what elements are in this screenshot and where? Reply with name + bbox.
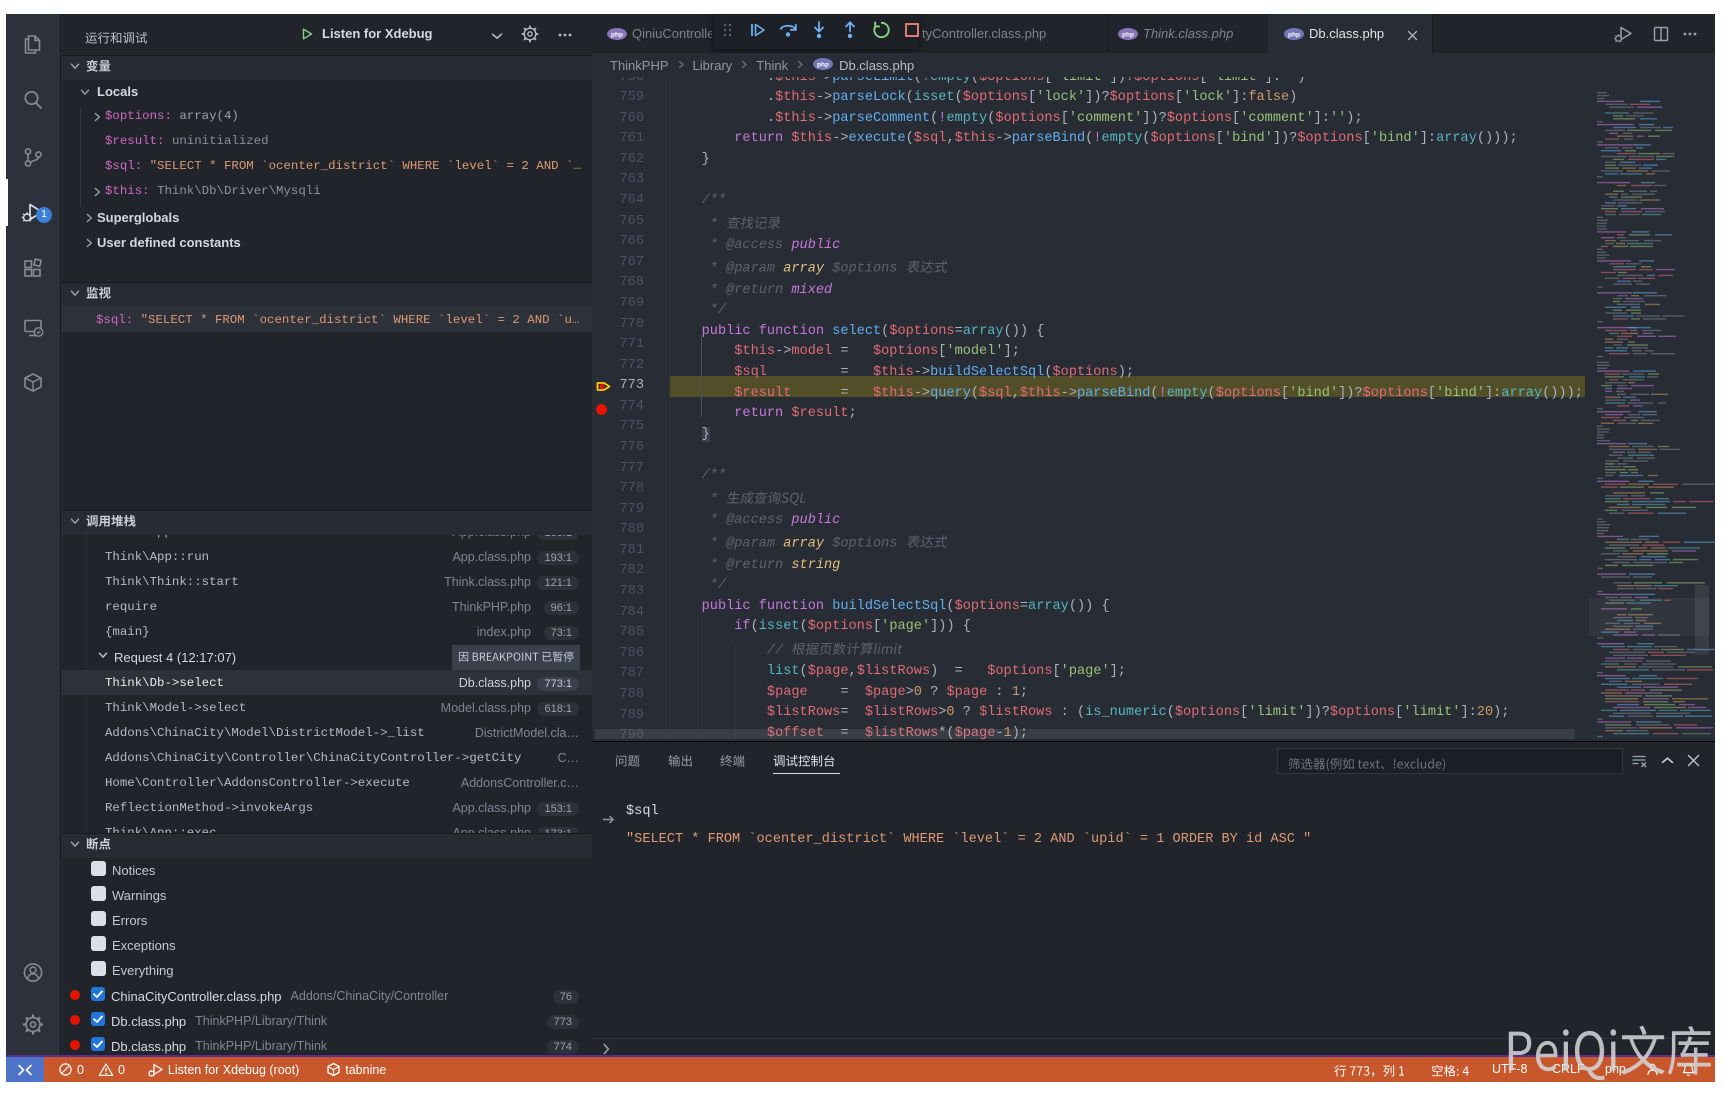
svg-text:php: php <box>817 61 829 68</box>
svg-text:php: php <box>611 32 623 39</box>
svg-text:php: php <box>1122 32 1134 39</box>
svg-text:php: php <box>1288 32 1300 39</box>
